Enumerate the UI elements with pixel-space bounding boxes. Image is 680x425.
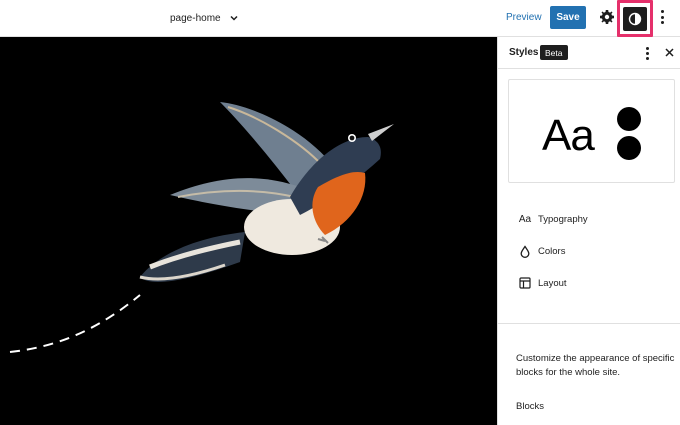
- beta-badge: Beta: [540, 45, 568, 60]
- preview-button[interactable]: Preview: [500, 6, 548, 29]
- nav-item-label: Colors: [538, 245, 566, 257]
- chevron-down-icon: [230, 15, 238, 21]
- blocks-description: Customize the appearance of specific blo…: [516, 353, 675, 378]
- styles-toggle-highlight: [617, 0, 653, 37]
- style-preview-color-dot: [617, 107, 641, 131]
- sidebar-options-icon[interactable]: [642, 46, 652, 60]
- nav-item-colors[interactable]: Colors: [498, 238, 680, 264]
- layout-icon: [518, 276, 532, 290]
- save-button[interactable]: Save: [550, 6, 586, 29]
- editor-canvas[interactable]: [0, 37, 497, 425]
- styles-toggle-button[interactable]: [623, 6, 647, 31]
- document-title: page-home: [170, 12, 221, 24]
- more-vertical-icon[interactable]: [656, 9, 668, 25]
- style-preview-card: Aa: [508, 79, 675, 183]
- sidebar-title: Styles: [509, 47, 539, 58]
- document-title-dropdown[interactable]: page-home: [170, 0, 239, 36]
- nav-item-label: Typography: [538, 213, 588, 225]
- hummingbird-illustration: [9, 102, 394, 353]
- styles-sidebar: Styles Beta Aa Aa Typography Colors Layo…: [497, 37, 680, 425]
- close-icon[interactable]: [664, 47, 675, 58]
- droplet-icon: [518, 244, 532, 258]
- style-preview-text: Aa: [542, 111, 595, 160]
- nav-item-typography[interactable]: Aa Typography: [498, 206, 680, 232]
- blocks-nav-item[interactable]: Blocks: [516, 401, 544, 412]
- typography-icon: Aa: [518, 213, 532, 225]
- style-preview-color-dot: [617, 136, 641, 160]
- sidebar-header: Styles Beta: [498, 37, 680, 69]
- nav-item-label: Layout: [538, 277, 567, 289]
- nav-item-layout[interactable]: Layout: [498, 270, 680, 296]
- sidebar-divider: [498, 323, 680, 324]
- gear-icon[interactable]: [599, 9, 615, 25]
- editor-top-bar: page-home Preview Save: [0, 0, 680, 37]
- half-circle-contrast-icon: [628, 12, 642, 25]
